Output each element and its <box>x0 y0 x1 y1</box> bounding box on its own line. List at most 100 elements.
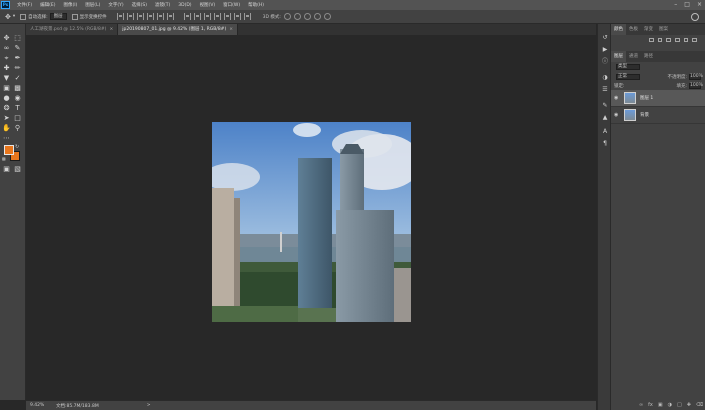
distribute-bottom-icon[interactable] <box>203 13 211 20</box>
fx-icon[interactable]: fx <box>648 402 653 408</box>
menu-window[interactable]: 窗口(W) <box>219 2 244 8</box>
screen-mode-icon[interactable]: ▧ <box>13 165 22 174</box>
zoom-level[interactable]: 9.42% <box>30 403 50 408</box>
eraser-tool-icon[interactable]: ▣ <box>2 84 11 93</box>
zoom-tool-icon[interactable]: ⚲ <box>13 124 22 133</box>
foreground-color-swatch[interactable] <box>4 145 14 155</box>
opacity-input[interactable]: 100% <box>689 73 703 80</box>
menu-3d[interactable]: 3D(D) <box>174 3 195 8</box>
auto-select-option[interactable]: 自动选择: 图层 <box>20 13 67 20</box>
crop-tool-icon[interactable]: ⌖ <box>2 54 11 63</box>
document-image[interactable] <box>212 122 411 322</box>
info-icon[interactable]: ⓘ <box>601 58 609 66</box>
orbit-3d-icon[interactable] <box>283 13 291 20</box>
new-group-icon[interactable]: □ <box>677 402 682 408</box>
tab-color[interactable]: 颜色 <box>611 24 626 35</box>
tab-patterns[interactable]: 图案 <box>656 24 671 35</box>
add-mask-icon[interactable]: ▣ <box>658 402 663 408</box>
menu-select[interactable]: 选择(S) <box>128 2 151 8</box>
move-tool-icon[interactable]: ✥ <box>2 34 11 43</box>
more-tools-icon[interactable]: ⋯ <box>2 134 11 143</box>
eyedropper-tool-icon[interactable]: ✒ <box>13 54 22 63</box>
quick-select-tool-icon[interactable]: ✎ <box>13 44 22 53</box>
auto-select-dropdown[interactable]: 图层 <box>49 13 67 20</box>
swatch-icon[interactable] <box>666 38 672 42</box>
tab-gradients[interactable]: 渐变 <box>641 24 656 35</box>
distribute-right-icon[interactable] <box>233 13 241 20</box>
roll-3d-icon[interactable] <box>293 13 301 20</box>
search-icon[interactable] <box>691 13 699 21</box>
gradient-tool-icon[interactable]: ▩ <box>13 84 22 93</box>
marquee-tool-icon[interactable]: ⬚ <box>13 34 22 43</box>
clone-stamp-tool-icon[interactable]: ▼ <box>2 74 11 83</box>
tab-paths[interactable]: 路径 <box>641 51 656 62</box>
menu-help[interactable]: 帮助(H) <box>244 2 268 8</box>
drag-3d-icon[interactable] <box>303 13 311 20</box>
hand-tool-icon[interactable]: ✋ <box>2 124 11 133</box>
clone-source-icon[interactable]: ▲ <box>601 114 609 122</box>
paragraph-icon[interactable]: ¶ <box>601 140 609 148</box>
swatch-icon[interactable] <box>649 38 654 42</box>
show-transform-option[interactable]: 显示变换控件 <box>71 13 107 20</box>
move-tool-preset[interactable]: ✥ ▾ <box>5 13 15 21</box>
align-left-icon[interactable] <box>146 13 154 20</box>
properties-icon[interactable]: ☰ <box>601 86 609 94</box>
layer-kind-dropdown[interactable]: 类型 <box>616 64 640 70</box>
adjustments-icon[interactable]: ◑ <box>601 74 609 82</box>
layer-row[interactable]: ◉ 图层 1 <box>611 90 705 107</box>
align-bottom-icon[interactable] <box>136 13 144 20</box>
quick-mask-icon[interactable]: ▣ <box>2 165 11 174</box>
maximize-icon[interactable]: □ <box>684 1 690 8</box>
align-middle-icon[interactable] <box>126 13 134 20</box>
path-select-tool-icon[interactable]: ➤ <box>2 114 11 123</box>
type-tool-icon[interactable]: T <box>13 104 22 113</box>
brush-tool-icon[interactable]: ✏ <box>13 64 22 73</box>
auto-align-icon[interactable] <box>243 13 251 20</box>
eye-icon[interactable]: ◉ <box>614 95 622 101</box>
close-icon[interactable]: × <box>229 27 233 32</box>
slide-3d-icon[interactable] <box>313 13 321 20</box>
blend-mode-dropdown[interactable]: 正常 <box>616 73 640 80</box>
status-menu-arrow[interactable]: > <box>147 403 151 408</box>
menu-image[interactable]: 图像(I) <box>59 2 81 8</box>
adjustment-layer-icon[interactable]: ◑ <box>668 402 672 408</box>
lasso-tool-icon[interactable]: ∞ <box>2 44 11 53</box>
layer-row[interactable]: ◉ 背景 <box>611 107 705 124</box>
swatch-icon[interactable] <box>683 38 689 42</box>
tab-swatches[interactable]: 色板 <box>626 24 641 35</box>
menu-edit[interactable]: 编辑(E) <box>36 2 59 8</box>
distribute-top-icon[interactable] <box>183 13 191 20</box>
history-brush-tool-icon[interactable]: ✓ <box>13 74 22 83</box>
show-transform-checkbox[interactable] <box>71 13 78 20</box>
swatch-icon[interactable] <box>657 38 663 42</box>
distribute-left-icon[interactable] <box>213 13 221 20</box>
link-layers-icon[interactable]: ∞ <box>639 402 643 408</box>
minimize-icon[interactable]: – <box>674 1 677 8</box>
rectangle-tool-icon[interactable]: □ <box>13 114 22 123</box>
distribute-middle-icon[interactable] <box>193 13 201 20</box>
pen-tool-icon[interactable]: ❂ <box>2 104 11 113</box>
menu-type[interactable]: 文字(Y) <box>104 2 127 8</box>
close-icon[interactable]: × <box>697 1 702 8</box>
swatch-icon[interactable] <box>675 38 680 42</box>
tab-layers[interactable]: 图层 <box>611 51 626 62</box>
tab-document-2[interactable]: jp20190807_01.jpg @ 9.42% (图层 1, RGB/8#)… <box>118 24 238 35</box>
swatch-icon[interactable] <box>692 38 698 42</box>
tab-document-1[interactable]: 人工湖夜景.psd @ 12.5% (RGB/8#) × <box>26 24 119 35</box>
actions-icon[interactable]: ▶ <box>601 46 609 54</box>
history-icon[interactable]: ↺ <box>601 34 609 42</box>
scale-3d-icon[interactable] <box>323 13 331 20</box>
align-center-icon[interactable] <box>156 13 164 20</box>
blur-tool-icon[interactable]: ● <box>2 94 11 103</box>
character-icon[interactable]: A <box>601 128 609 136</box>
dodge-tool-icon[interactable]: ◉ <box>13 94 22 103</box>
menu-file[interactable]: 文件(F) <box>13 2 36 8</box>
auto-select-checkbox[interactable] <box>20 13 27 20</box>
default-colors-icon[interactable]: ▩ <box>2 156 6 161</box>
menu-filter[interactable]: 滤镜(T) <box>151 2 174 8</box>
align-right-icon[interactable] <box>166 13 174 20</box>
fill-input[interactable]: 100% <box>689 82 703 89</box>
menu-view[interactable]: 视图(V) <box>196 2 220 8</box>
align-top-icon[interactable] <box>116 13 124 20</box>
distribute-center-icon[interactable] <box>223 13 231 20</box>
